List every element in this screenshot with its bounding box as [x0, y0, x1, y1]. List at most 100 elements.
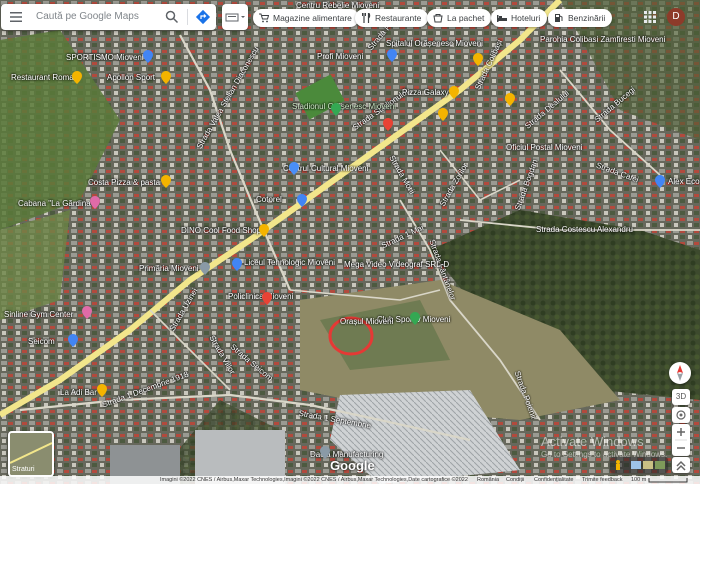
takeout-icon	[433, 14, 443, 23]
restaurant-pin-icon[interactable]	[259, 224, 269, 237]
imagery-thumb-icon[interactable]	[631, 461, 641, 469]
terms-link[interactable]: Condiții	[506, 477, 524, 483]
restaurant-pin-icon[interactable]	[161, 175, 171, 188]
hospital-pin-icon[interactable]	[383, 118, 393, 131]
chip-groceries[interactable]: Magazine alimentare	[253, 9, 359, 27]
3d-button[interactable]: 3D	[672, 389, 690, 405]
stadium-pin-icon[interactable]	[331, 103, 341, 116]
restaurant-pin-icon[interactable]	[438, 108, 448, 121]
directions-icon[interactable]	[195, 9, 211, 25]
chip-takeout[interactable]: La pachet	[427, 9, 492, 27]
layers-label: Straturi	[12, 466, 35, 473]
place-label[interactable]: Cotorel	[256, 195, 282, 205]
pegman-icon[interactable]	[616, 460, 620, 470]
street-label: Strada Costescu Alexandru	[536, 225, 633, 234]
place-label[interactable]: Profi Mioveni	[317, 52, 363, 62]
imagery-attribution: Imagini ©2022 CNES / Airbus,Maxar Techno…	[160, 477, 468, 483]
place-label[interactable]: La Adi Bar	[60, 388, 97, 398]
place-label[interactable]: Parohia Colibasi Zamfiresti Mioveni	[540, 35, 665, 45]
sports-pin-icon[interactable]	[410, 312, 420, 325]
place-label[interactable]: Costa Pizza & pasta	[88, 178, 160, 188]
zoom-in-icon[interactable]	[677, 428, 685, 436]
satellite-imagery	[0, 0, 700, 484]
search-box[interactable]: Caută pe Google Maps	[1, 4, 216, 30]
account-avatar[interactable]: D	[667, 8, 685, 26]
restaurant-pin-icon[interactable]	[505, 93, 515, 106]
location-icon	[676, 410, 686, 420]
place-label: Orașul Mioveni	[340, 317, 394, 326]
place-label[interactable]: Stadionul Orășenesc Mioveni	[292, 102, 396, 112]
map-type-button[interactable]	[222, 4, 248, 30]
attribution-bar: Imagini ©2022 CNES / Airbus,Maxar Techno…	[0, 476, 700, 484]
country-link[interactable]: România	[477, 477, 499, 483]
imagery-thumb-icon[interactable]	[655, 461, 665, 469]
chip-label: La pachet	[447, 13, 485, 23]
gym-pin-icon[interactable]	[82, 306, 92, 319]
fuel-icon	[555, 14, 563, 22]
chevron-up-icon	[676, 460, 686, 471]
feedback-link[interactable]: Trimite feedback	[582, 477, 622, 483]
place-label[interactable]: Mega Video Videograf SRL-D	[344, 260, 449, 270]
privacy-link[interactable]: Confidențialitate	[534, 477, 573, 483]
place-label[interactable]: Liceul Tehnologic Mioveni	[244, 258, 335, 268]
chip-restaurants[interactable]: Restaurante	[355, 9, 429, 27]
chip-label: Restaurante	[375, 13, 422, 23]
shop-pin-icon[interactable]	[68, 334, 78, 347]
place-label[interactable]: SPORTISMO Mioveni	[66, 53, 144, 63]
place-label[interactable]: Oficiul Postal Mioveni	[506, 143, 582, 153]
hospital-pin-icon[interactable]	[262, 292, 272, 305]
street-view-bar[interactable]	[610, 457, 668, 473]
place-label[interactable]: DINO Cool Food Shop	[181, 226, 261, 236]
expand-button[interactable]	[672, 457, 690, 473]
place-label[interactable]: Apollon Sport	[107, 73, 155, 83]
place-label[interactable]: Policlinica Mioveni	[228, 292, 293, 302]
compass-icon	[677, 365, 683, 381]
my-location-button[interactable]	[672, 407, 690, 423]
imagery-thumb-icon[interactable]	[643, 461, 653, 469]
place-label[interactable]: Pizza Galaxy	[402, 88, 449, 98]
place-label[interactable]: Spitalul Orășenesc Mioveni	[386, 39, 483, 49]
fork-knife-icon	[362, 13, 371, 23]
chip-label: Benzinării	[568, 13, 606, 23]
google-logo: Google	[330, 458, 375, 473]
shop-pin-icon[interactable]	[655, 175, 665, 188]
search-input[interactable]: Caută pe Google Maps	[36, 11, 139, 22]
restaurant-pin-icon[interactable]	[161, 71, 171, 84]
school-pin-icon[interactable]	[232, 258, 242, 271]
culture-pin-icon[interactable]	[289, 162, 299, 175]
place-label[interactable]: Cabana "La Gărdina"	[18, 199, 94, 209]
shop-pin-icon[interactable]	[297, 194, 307, 207]
bed-icon	[497, 15, 507, 22]
restaurant-pin-icon[interactable]	[473, 53, 483, 66]
place-label[interactable]: Sinline Gym Center	[4, 310, 73, 320]
restaurant-pin-icon[interactable]	[449, 86, 459, 99]
cart-icon	[259, 13, 269, 23]
map-canvas[interactable]: Strada Pieții Strada Valea Stelian Diaco…	[0, 0, 700, 484]
chip-label: Hoteluri	[511, 13, 541, 23]
scale-label[interactable]: 100 m	[631, 477, 646, 483]
factory-pin-icon[interactable]	[320, 446, 330, 459]
zoom-controls	[672, 424, 690, 456]
chip-gas-stations[interactable]: Benzinării	[548, 9, 613, 27]
place-label[interactable]: Alex Eco	[668, 177, 700, 187]
search-icon[interactable]	[165, 10, 179, 24]
restaurant-pin-icon[interactable]	[97, 384, 107, 397]
shop-pin-icon[interactable]	[143, 50, 153, 63]
restaurant-pin-icon[interactable]	[72, 71, 82, 84]
restaurant-pin-icon[interactable]	[90, 196, 100, 209]
chip-hotels[interactable]: Hoteluri	[491, 9, 548, 27]
divider	[187, 9, 188, 25]
menu-icon[interactable]	[10, 11, 22, 23]
government-pin-icon[interactable]	[200, 262, 210, 275]
place-label[interactable]: Primăria Mioveni	[139, 264, 199, 274]
chip-label: Magazine alimentare	[273, 13, 352, 23]
layers-toggle[interactable]: Straturi	[8, 431, 54, 477]
keyboard-icon	[225, 13, 245, 22]
place-label[interactable]: Seicom	[28, 337, 55, 347]
activation-watermark: Activate Windows	[541, 434, 644, 449]
place-label[interactable]: Restaurant Roma	[11, 73, 74, 83]
compass-button[interactable]	[669, 362, 691, 384]
apps-grid-icon[interactable]	[644, 11, 656, 23]
scale-bar-icon	[648, 478, 688, 483]
shop-pin-icon[interactable]	[387, 49, 397, 62]
